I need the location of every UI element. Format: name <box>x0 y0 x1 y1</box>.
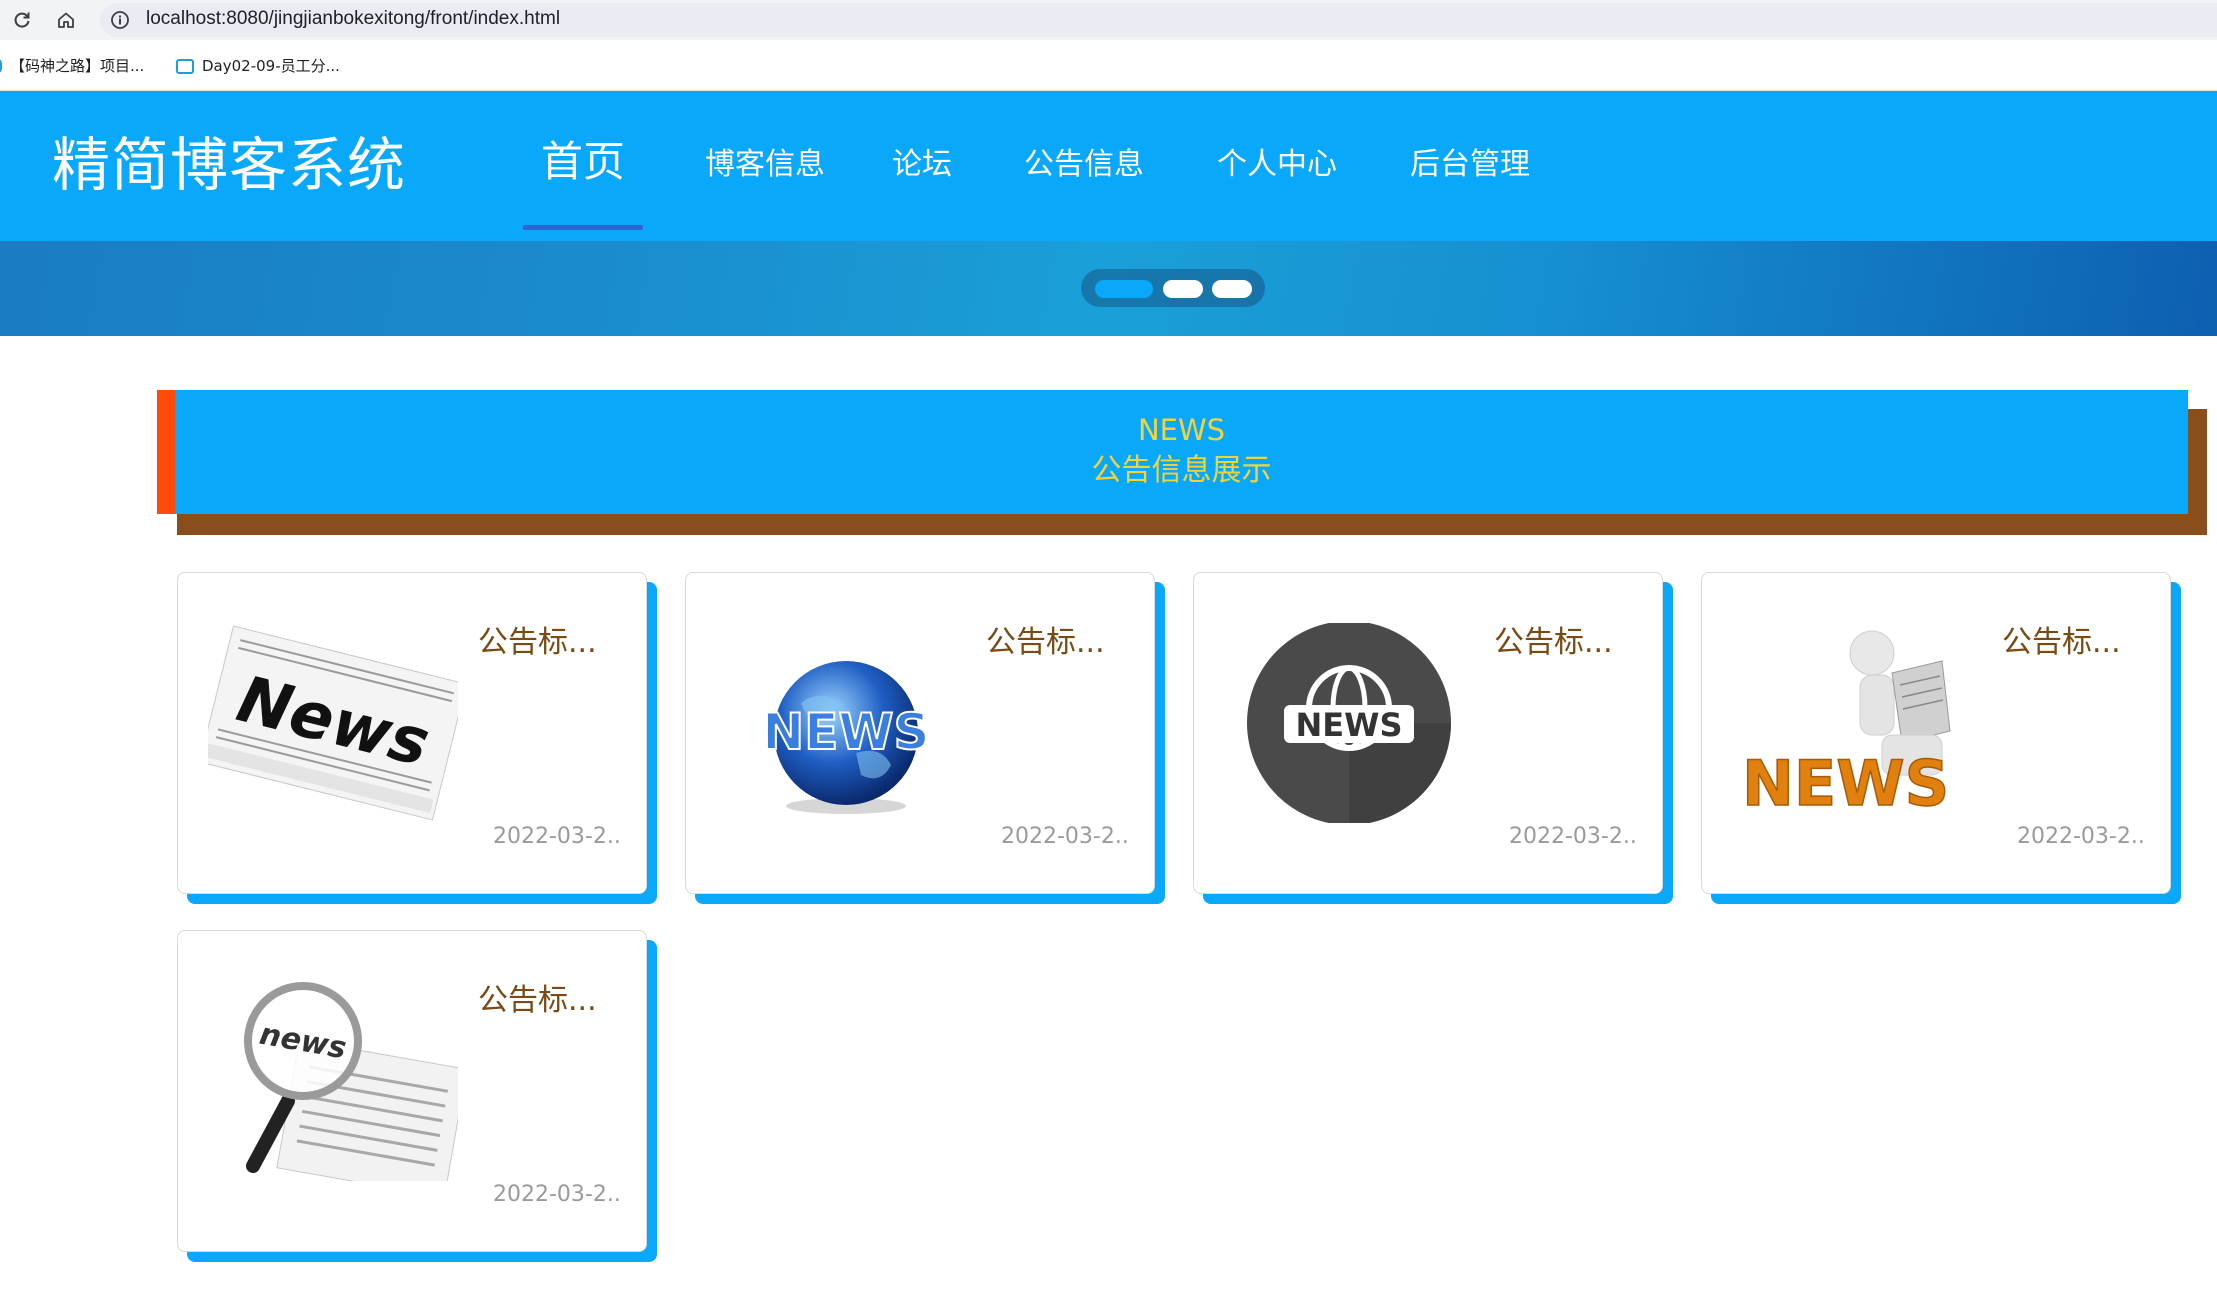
nav-personal-center[interactable]: 个人中心 <box>1217 145 1337 185</box>
card-date: 2022-03-2.. <box>493 1182 621 1207</box>
news-card[interactable]: NEWS 公告标... 2022-03-2.. <box>685 572 1165 904</box>
nav-announcements[interactable]: 公告信息 <box>1024 145 1144 185</box>
bookmark-item[interactable]: 【码神之路】项目... <box>0 56 144 76</box>
card-body[interactable]: NEWS 公告标... 2022-03-2.. <box>1701 572 2171 894</box>
bookmarks-bar: 【码神之路】项目... Day02-09-员工分... <box>0 40 2217 91</box>
card-body[interactable]: News 公告标... 2022-03-2.. <box>177 572 647 894</box>
nav-admin[interactable]: 后台管理 <box>1410 145 1530 185</box>
card-date: 2022-03-2.. <box>2017 824 2145 849</box>
banner-carousel <box>0 241 2217 336</box>
nav-active-indicator <box>523 225 643 230</box>
card-body[interactable]: NEWS 公告标... 2022-03-2.. <box>1193 572 1663 894</box>
card-title[interactable]: 公告标... <box>478 623 597 663</box>
home-icon[interactable] <box>52 6 80 34</box>
carousel-dot-active[interactable] <box>1095 280 1153 298</box>
bookmark-label: 【码神之路】项目... <box>10 57 145 75</box>
news-card[interactable]: NEWS 公告标... 2022-03-2.. <box>1701 572 2181 904</box>
magnifier-news-image[interactable]: news <box>208 981 468 1198</box>
info-icon[interactable] <box>106 6 134 34</box>
person-reading-news-image[interactable]: NEWS <box>1732 623 1982 823</box>
section-header-accent <box>157 390 177 514</box>
section-title-cn: 公告信息展示 <box>1091 453 1272 488</box>
news-card[interactable]: NEWS 公告标... 2022-03-2.. <box>1193 572 1673 904</box>
card-body[interactable]: news 公告标... 2022-03-2.. <box>177 930 647 1252</box>
svg-text:NEWS: NEWS <box>1296 706 1403 744</box>
newspaper-news-image[interactable]: News <box>199 623 467 823</box>
reload-icon[interactable] <box>8 6 36 34</box>
bookmark-label: Day02-09-员工分... <box>202 57 340 75</box>
carousel-dot[interactable] <box>1163 280 1203 298</box>
svg-text:NEWS: NEWS <box>1742 747 1949 820</box>
card-title[interactable]: 公告标... <box>986 623 1105 663</box>
svg-text:NEWS: NEWS <box>762 703 929 761</box>
card-body[interactable]: NEWS 公告标... 2022-03-2.. <box>685 572 1155 894</box>
site-logo[interactable]: 精简博客系统 <box>52 129 406 201</box>
card-title[interactable]: 公告标... <box>478 981 597 1021</box>
card-date: 2022-03-2.. <box>493 824 621 849</box>
site-header: 精简博客系统 首页 博客信息 论坛 公告信息 个人中心 后台管理 <box>0 91 2217 241</box>
nav-home[interactable]: 首页 <box>541 135 625 189</box>
bilibili-icon <box>176 58 194 74</box>
carousel-indicators <box>1081 269 1265 307</box>
section-title-en: NEWS <box>1137 413 1226 447</box>
browser-address-bar: localhost:8080/jingjianbokexitong/front/… <box>0 0 2217 40</box>
globe-news-image[interactable]: NEWS <box>716 623 966 823</box>
card-date: 2022-03-2.. <box>1509 824 1637 849</box>
card-title[interactable]: 公告标... <box>2002 623 2121 663</box>
section-header: NEWS 公告信息展示 <box>175 390 2188 514</box>
url-text[interactable]: localhost:8080/jingjianbokexitong/front/… <box>146 7 560 31</box>
news-card[interactable]: News 公告标... 2022-03-2.. <box>177 572 657 904</box>
news-card[interactable]: news 公告标... 2022-03-2.. <box>177 930 657 1262</box>
nav-forum[interactable]: 论坛 <box>892 145 952 185</box>
carousel-dot[interactable] <box>1212 280 1252 298</box>
world-news-circle-image[interactable]: NEWS <box>1224 621 1474 825</box>
card-date: 2022-03-2.. <box>1001 824 1129 849</box>
bookmark-item[interactable]: Day02-09-员工分... <box>176 56 340 76</box>
nav-blog-info[interactable]: 博客信息 <box>705 145 825 185</box>
card-title[interactable]: 公告标... <box>1494 623 1613 663</box>
bookmark-favicon-icon <box>0 58 2 74</box>
